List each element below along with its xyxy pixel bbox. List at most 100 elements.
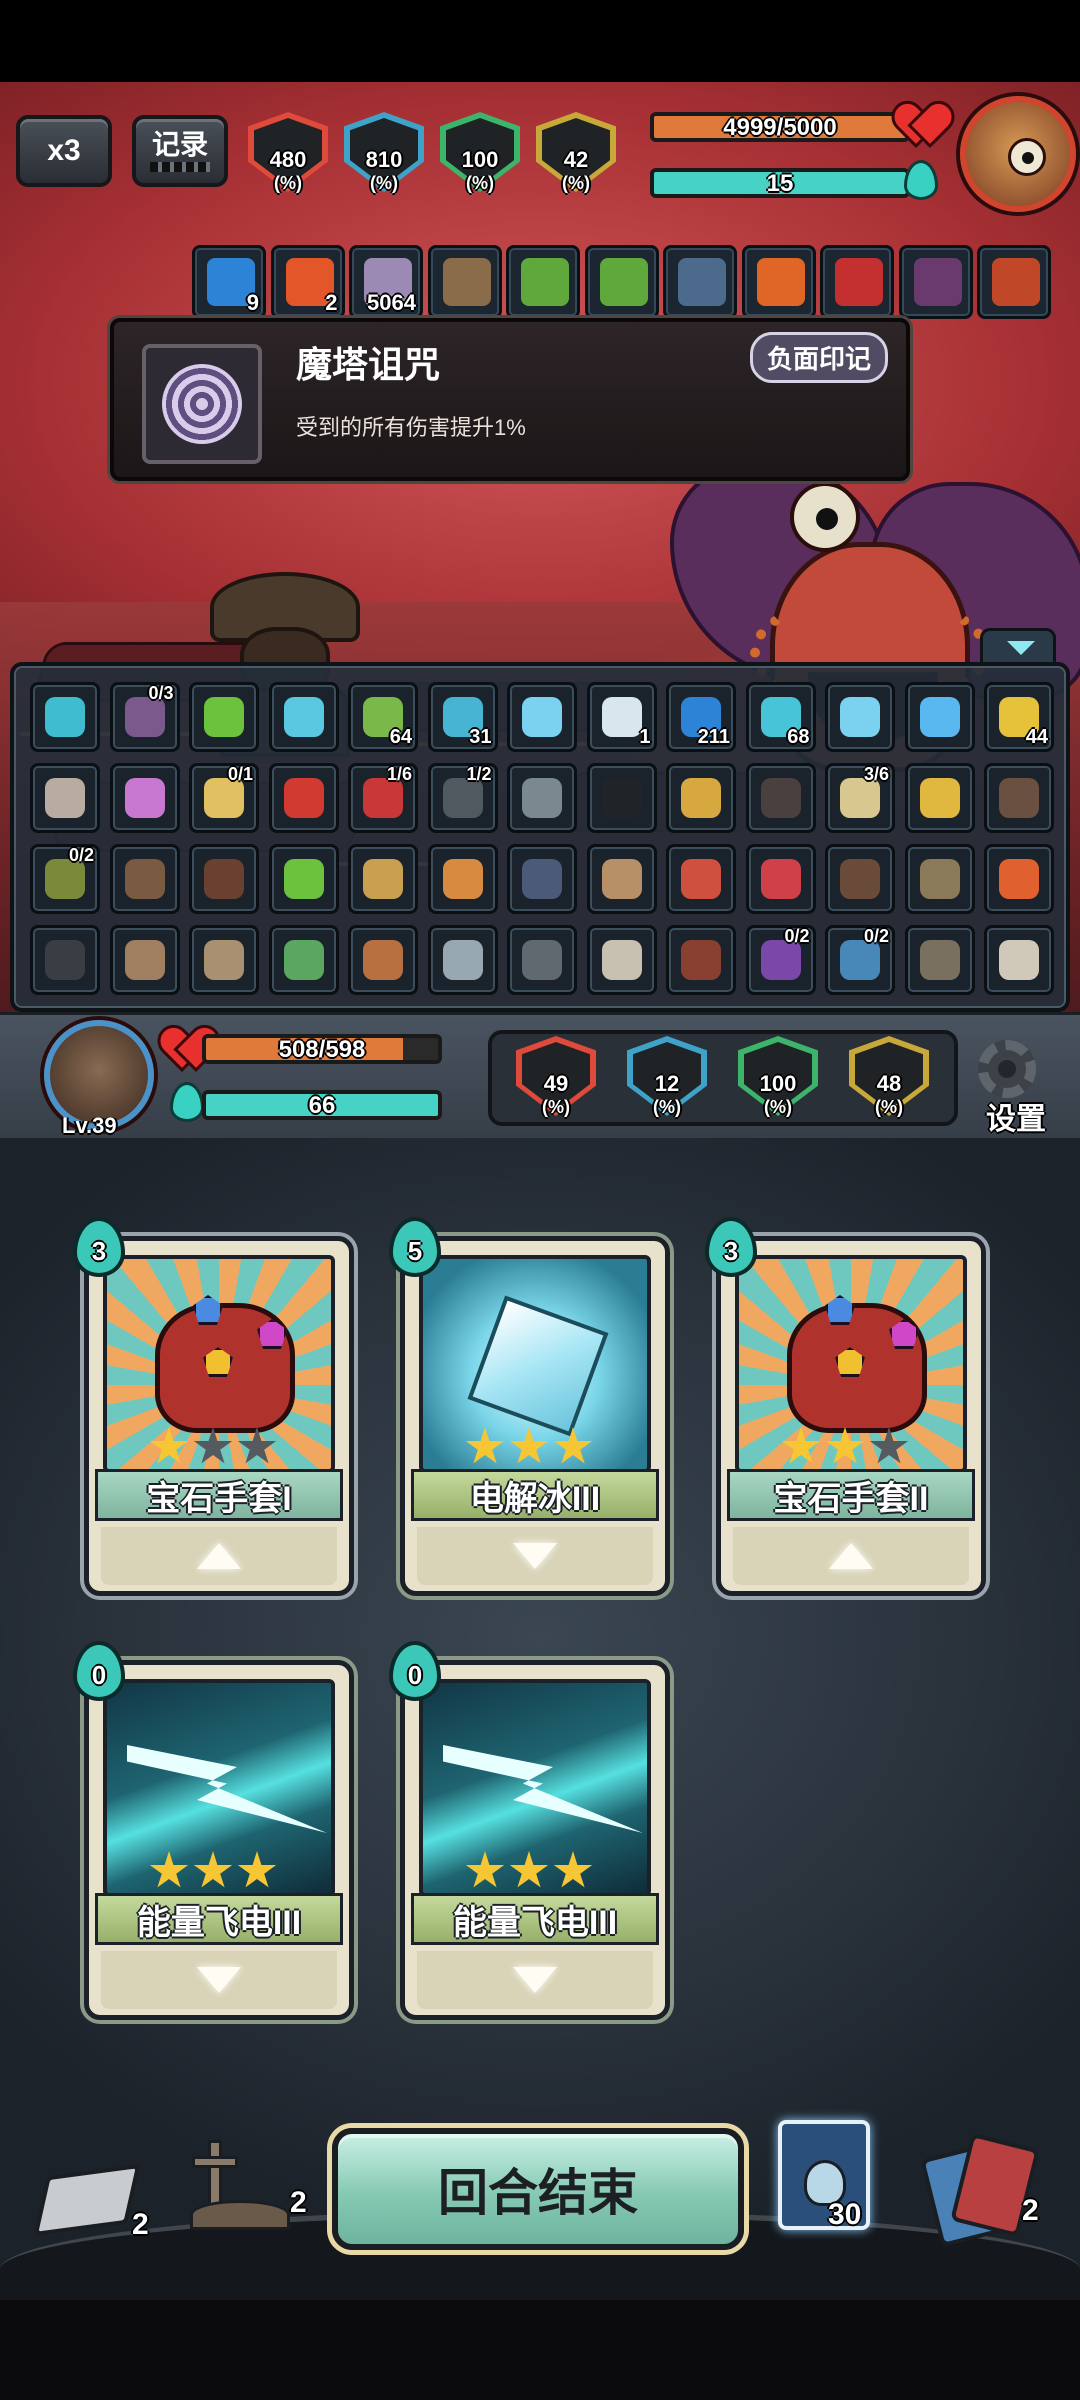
relic-slot[interactable]	[586, 763, 657, 833]
relic-slot[interactable]	[984, 925, 1054, 995]
player-crit-stat[interactable]: 12 (%)	[627, 1036, 707, 1116]
hand-card[interactable]: 能量飞电III 0	[389, 1641, 670, 2020]
relic-slot[interactable]	[666, 844, 736, 914]
hand-card[interactable]: 宝石手套I 3	[73, 1217, 354, 1596]
relic-slot[interactable]	[666, 925, 736, 995]
relic-slot[interactable]	[825, 682, 895, 752]
enemy-defense-stat[interactable]: 100 (%)	[440, 112, 520, 192]
lightning-icon	[919, 697, 960, 737]
buff-slot[interactable]	[741, 245, 816, 319]
buff-slot[interactable]: 5064	[349, 245, 423, 319]
graveyard-pile[interactable]: 2	[190, 2140, 307, 2230]
relic-slot[interactable]	[666, 763, 736, 833]
gear-icon[interactable]	[978, 1040, 1036, 1098]
enemy-portrait-eye	[1007, 138, 1046, 177]
relic-slot[interactable]	[189, 844, 259, 914]
relic-slot[interactable]	[109, 925, 180, 995]
hand-card[interactable]: 电解冰III 5	[389, 1217, 670, 1596]
relic-slot[interactable]: 0/3	[109, 682, 180, 752]
robot-icon	[522, 778, 562, 818]
relic-slot[interactable]: 68	[745, 682, 816, 752]
relic-slot[interactable]: 64	[348, 682, 418, 752]
discard-pile[interactable]: 2	[920, 2132, 1040, 2248]
buff-slot[interactable]	[820, 245, 894, 319]
relic-slot[interactable]	[268, 763, 339, 833]
buff-slot[interactable]	[663, 245, 737, 319]
relic-slot[interactable]: 1/2	[427, 763, 498, 833]
relic-slot[interactable]	[348, 925, 418, 995]
relic-slot[interactable]	[268, 844, 339, 914]
relic-slot[interactable]	[984, 844, 1054, 914]
relic-slot[interactable]	[904, 682, 975, 752]
relic-slot[interactable]	[268, 925, 339, 995]
relic-slot[interactable]: 44	[984, 682, 1054, 752]
relic-slot[interactable]: 0/2	[30, 844, 100, 914]
hand-card[interactable]: 能量飞电III 0	[73, 1641, 354, 2020]
settings-button[interactable]: 设置	[986, 1094, 1046, 1138]
relic-slot[interactable]	[427, 844, 498, 914]
relic-slot[interactable]: 0/1	[189, 763, 259, 833]
relic-slot[interactable]	[427, 925, 498, 995]
relic-slot[interactable]	[30, 682, 100, 752]
curse-spiral-icon	[142, 344, 262, 464]
relic-slot[interactable]	[30, 925, 100, 995]
relic-slot[interactable]	[189, 925, 259, 995]
relic-slot[interactable]: 3/6	[825, 763, 895, 833]
buff-slot[interactable]	[898, 245, 973, 319]
relic-slot[interactable]	[507, 682, 577, 752]
relic-slot[interactable]	[984, 763, 1054, 833]
relic-slot[interactable]	[109, 763, 180, 833]
relic-charge: 0/3	[148, 683, 174, 703]
enemy-portrait[interactable]	[960, 96, 1076, 212]
stat-unit: (%)	[562, 173, 590, 193]
relic-slot[interactable]: 1/6	[348, 763, 418, 833]
relic-slot[interactable]	[189, 682, 259, 752]
potion-slot[interactable]: 30	[778, 2120, 888, 2231]
relic-slot[interactable]	[507, 925, 577, 995]
relic-slot[interactable]	[268, 682, 339, 752]
buff-slot[interactable]: 9	[192, 245, 266, 319]
buff-slot[interactable]	[977, 245, 1051, 319]
relic-slot[interactable]	[586, 925, 657, 995]
boots-icon	[522, 859, 562, 899]
draw-pile-count: 2	[132, 2208, 149, 2241]
player-dodge-stat[interactable]: 48 (%)	[849, 1036, 929, 1116]
player-defense-stat[interactable]: 100 (%)	[738, 1036, 818, 1116]
relic-slot[interactable]	[348, 844, 418, 914]
player-attack-stat[interactable]: 49 (%)	[516, 1036, 596, 1116]
relic-slot[interactable]: 0/2	[745, 925, 816, 995]
relic-slot[interactable]	[586, 844, 657, 914]
relic-slot[interactable]: 31	[427, 682, 498, 752]
arrow-up-icon	[829, 1543, 873, 1569]
relic-slot[interactable]	[825, 844, 895, 914]
relic-slot[interactable]	[904, 763, 975, 833]
draw-pile[interactable]: 2	[33, 2160, 149, 2250]
relic-slot[interactable]	[904, 925, 975, 995]
stat-unit: (%)	[274, 173, 302, 193]
enemy-dodge-stat[interactable]: 42 (%)	[536, 112, 616, 192]
buff-slot[interactable]	[506, 245, 580, 319]
dirt-mound	[190, 2200, 290, 2230]
buff-slot[interactable]: 2	[270, 245, 345, 319]
relic-slot[interactable]	[745, 844, 816, 914]
relic-slot[interactable]	[507, 844, 577, 914]
enemy-crit-stat[interactable]: 810 (%)	[344, 112, 424, 192]
relic-slot[interactable]	[109, 844, 180, 914]
relic-slot[interactable]: 1	[586, 682, 657, 752]
relic-slot[interactable]	[30, 763, 100, 833]
relic-slot[interactable]	[745, 763, 816, 833]
green-rock-icon	[521, 258, 569, 306]
end-turn-button[interactable]: 回合结束	[332, 2128, 744, 2250]
relic-slot[interactable]	[904, 844, 975, 914]
relic-slot[interactable]	[507, 763, 577, 833]
hand-card[interactable]: 宝石手套II 3	[705, 1217, 986, 1596]
relic-slot[interactable]: 0/2	[825, 925, 895, 995]
record-button[interactable]: 记录	[132, 115, 228, 187]
arrow-up-icon	[197, 1543, 241, 1569]
buff-slot[interactable]	[427, 245, 502, 319]
enemy-attack-stat[interactable]: 480 (%)	[248, 112, 328, 192]
relic-slot[interactable]: 211	[666, 682, 736, 752]
star-icon	[237, 1851, 277, 1888]
buff-slot[interactable]	[584, 245, 659, 319]
speed-button[interactable]: x3	[16, 115, 112, 187]
